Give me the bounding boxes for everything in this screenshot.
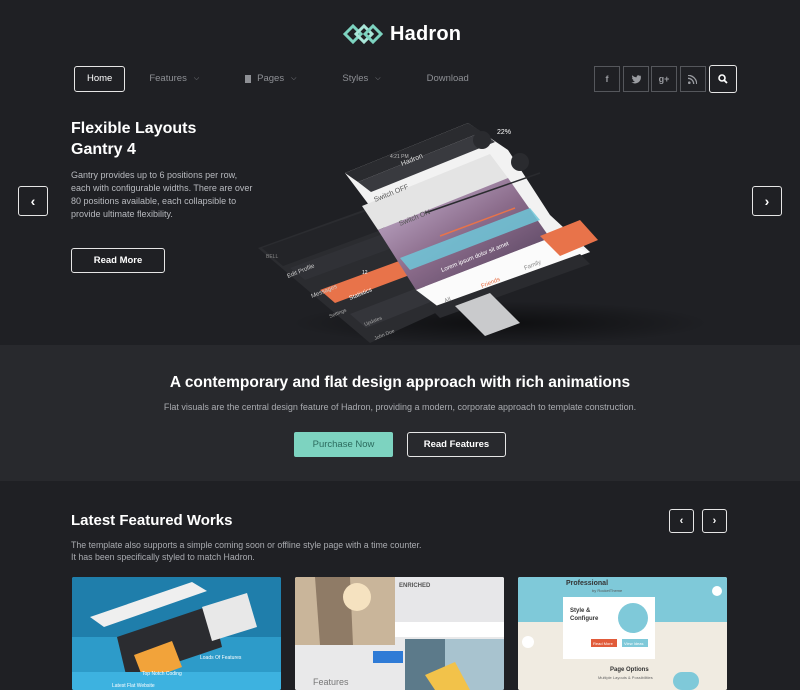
social-bar: f g+ xyxy=(594,65,737,93)
chevron-left-icon: ‹ xyxy=(30,193,36,209)
phone-mockup-image: 22% Hadron Switch OFF Switch ON Lorem ip… xyxy=(250,118,710,345)
read-features-button[interactable]: Read Features xyxy=(407,432,506,457)
nav-pages-label: Pages xyxy=(257,73,285,84)
hadron-logo-icon xyxy=(342,23,384,45)
nav-styles-label: Styles xyxy=(342,73,369,84)
chevron-right-icon: › xyxy=(712,515,717,527)
works-description-line2: It has been specifically styled to match… xyxy=(71,552,255,562)
works-description-line1: The template also supports a simple comi… xyxy=(71,540,422,550)
slide-title-line1: Flexible Layouts xyxy=(71,120,197,137)
work-thumb-1-image: Loads Of Features Top Notch Coding Lates… xyxy=(72,577,281,690)
twitter-icon xyxy=(630,74,641,83)
work-thumb-3[interactable]: Professional by RocketTheme Style & Conf… xyxy=(518,577,727,690)
slider-next-button[interactable]: › xyxy=(752,186,782,216)
nav-home[interactable]: Home xyxy=(74,66,126,92)
work-thumb-2[interactable]: ENRICHED Features xyxy=(295,577,504,690)
twitter-button[interactable] xyxy=(622,66,649,92)
search-button[interactable] xyxy=(708,65,737,93)
nav-download[interactable]: Download xyxy=(413,66,483,92)
promo-title: A contemporary and flat design approach … xyxy=(169,374,631,391)
mockup-badge: 12 xyxy=(362,270,368,276)
work-thumb-1[interactable]: Loads Of Features Top Notch Coding Lates… xyxy=(72,577,281,690)
thumb1-label-1: Top Notch Coding xyxy=(142,671,182,677)
thumb1-label-2: Loads Of Features xyxy=(200,655,242,661)
mockup-battery: 22% xyxy=(497,129,511,136)
thumb3-label-6: View Ideas xyxy=(624,641,644,646)
chevron-down-icon: ⌵ xyxy=(291,75,297,82)
hero-section: Hadron Home Features ⌵ Pages ⌵ Styles ⌵ … xyxy=(0,0,800,345)
slide-title-line2: Gantry 4 xyxy=(71,141,136,158)
nav-pages[interactable]: Pages ⌵ xyxy=(231,66,310,92)
thumb3-label-7: Page Options xyxy=(610,667,649,673)
nav-styles[interactable]: Styles ⌵ xyxy=(328,66,394,92)
thumb2-label-2: Features xyxy=(313,677,349,687)
slide-description: Gantry provides up to 6 positions per ro… xyxy=(71,170,253,219)
slide-title: Flexible Layouts Gantry 4 xyxy=(71,118,231,160)
nav-download-label: Download xyxy=(426,73,469,84)
thumb3-label-5: Read More xyxy=(593,641,614,646)
mockup-carrier: BELL xyxy=(266,254,278,260)
works-description: The template also supports a simple comi… xyxy=(71,539,471,563)
thumb3-label-3: Style & xyxy=(570,608,591,614)
thumb1-label-3: Latest Flat Website xyxy=(112,683,155,689)
rss-icon xyxy=(688,74,697,84)
thumb2-label-1: ENRICHED xyxy=(399,583,431,589)
main-nav: Home Features ⌵ Pages ⌵ Styles ⌵ Downloa… xyxy=(74,66,501,92)
facebook-icon: f xyxy=(605,74,609,84)
works-next-button[interactable]: › xyxy=(702,509,727,533)
works-prev-button[interactable]: ‹ xyxy=(669,509,694,533)
page-icon xyxy=(245,75,252,83)
chevron-right-icon: › xyxy=(764,193,770,209)
thumb3-label-1: Professional xyxy=(566,580,608,587)
mockup-time: 4:21 PM xyxy=(390,154,409,160)
work-thumb-2-image: ENRICHED Features xyxy=(295,577,504,690)
chevron-left-icon: ‹ xyxy=(679,515,684,527)
chevron-down-icon: ⌵ xyxy=(375,75,381,82)
nav-features[interactable]: Features ⌵ xyxy=(135,66,213,92)
logo-text: Hadron xyxy=(390,22,462,45)
nav-features-label: Features xyxy=(149,73,187,84)
search-icon xyxy=(717,74,728,84)
nav-home-label: Home xyxy=(87,73,113,84)
logo[interactable]: Hadron xyxy=(342,20,461,48)
facebook-button[interactable]: f xyxy=(594,66,620,92)
chevron-down-icon: ⌵ xyxy=(193,75,200,82)
rss-button[interactable] xyxy=(679,66,706,92)
works-title: Latest Featured Works xyxy=(71,512,233,529)
phone-mockup-svg: 22% Hadron Switch OFF Switch ON Lorem ip… xyxy=(258,123,710,345)
work-thumb-3-image: Professional by RocketTheme Style & Conf… xyxy=(518,577,727,690)
googleplus-button[interactable]: g+ xyxy=(651,66,677,92)
promo-band: A contemporary and flat design approach … xyxy=(0,345,800,481)
googleplus-icon: g+ xyxy=(658,74,670,84)
purchase-now-button[interactable]: Purchase Now xyxy=(294,432,393,457)
promo-subtitle: Flat visuals are the central design feat… xyxy=(163,402,637,412)
thumb3-label-4: Configure xyxy=(570,616,599,622)
read-more-button[interactable]: Read More xyxy=(71,248,165,273)
thumb3-label-2: by RocketTheme xyxy=(592,588,623,593)
thumb3-label-8: Multiple Layouts & Possibilities xyxy=(598,675,653,680)
slider-prev-button[interactable]: ‹ xyxy=(18,186,48,216)
